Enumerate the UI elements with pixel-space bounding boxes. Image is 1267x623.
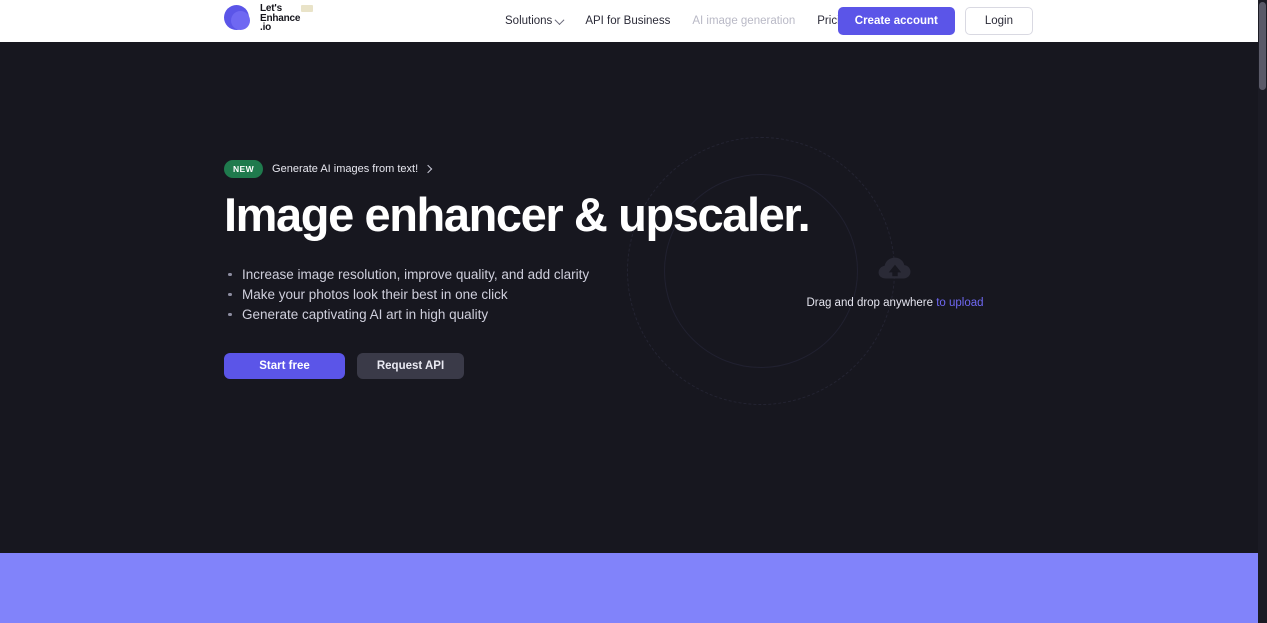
request-api-button[interactable]: Request API: [357, 352, 464, 379]
nav-item-api-for-business[interactable]: API for Business: [585, 15, 670, 27]
promo-banner[interactable]: NEW Generate AI images from text!: [224, 160, 784, 178]
hero-content: NEW Generate AI images from text! Image …: [224, 160, 811, 379]
nav-label-solutions: Solutions: [505, 15, 553, 27]
dropzone-text: Drag and drop anywhere to upload: [760, 297, 1030, 309]
new-badge: NEW: [224, 160, 264, 178]
nav-label-ai-image-generation: AI image generation: [692, 15, 796, 27]
list-item: Make your photos look their best in one …: [224, 285, 784, 305]
logo-line-3: .io: [260, 22, 272, 34]
start-free-button[interactable]: Start free: [224, 352, 345, 379]
list-item: Generate captivating AI art in high qual…: [224, 305, 784, 325]
chevron-right-icon: [423, 164, 433, 174]
promo-link[interactable]: Generate AI images from text!: [272, 163, 433, 175]
page-root: Let's Enhance .io Solutions API for Busi…: [0, 0, 1267, 623]
flag-icon: [301, 5, 313, 13]
logo[interactable]: Let's Enhance .io: [224, 4, 313, 34]
promo-text: Generate AI images from text!: [272, 163, 419, 175]
cta-group: Start free Request API: [224, 352, 784, 379]
nav-item-solutions[interactable]: Solutions: [505, 14, 565, 27]
site-header: Let's Enhance .io Solutions API for Busi…: [0, 0, 1258, 42]
logo-text: Let's Enhance .io: [260, 4, 313, 34]
create-account-button[interactable]: Create account: [837, 7, 955, 35]
chevron-down-icon: [554, 14, 565, 25]
dropzone-label: Drag and drop anywhere: [806, 297, 937, 309]
cloud-upload-icon: [878, 257, 911, 279]
page-title: Image enhancer & upscaler.: [224, 188, 811, 241]
login-button[interactable]: Login: [964, 7, 1033, 35]
logo-mark-icon: [224, 4, 253, 33]
scrollbar-thumb[interactable]: [1259, 2, 1266, 90]
nav-item-ai-image-generation[interactable]: AI image generation: [692, 15, 795, 27]
scrollbar-track[interactable]: [1258, 0, 1267, 623]
header-actions: Create account Login: [837, 0, 1258, 42]
upload-dropzone[interactable]: Drag and drop anywhere to upload: [760, 257, 1030, 309]
list-item: Increase image resolution, improve quali…: [224, 265, 784, 285]
showcase-gradient-image: [198, 457, 1060, 623]
nav-label-api-for-business: API for Business: [585, 15, 671, 27]
feature-list: Increase image resolution, improve quali…: [224, 265, 784, 325]
upload-link[interactable]: to upload: [936, 297, 983, 309]
